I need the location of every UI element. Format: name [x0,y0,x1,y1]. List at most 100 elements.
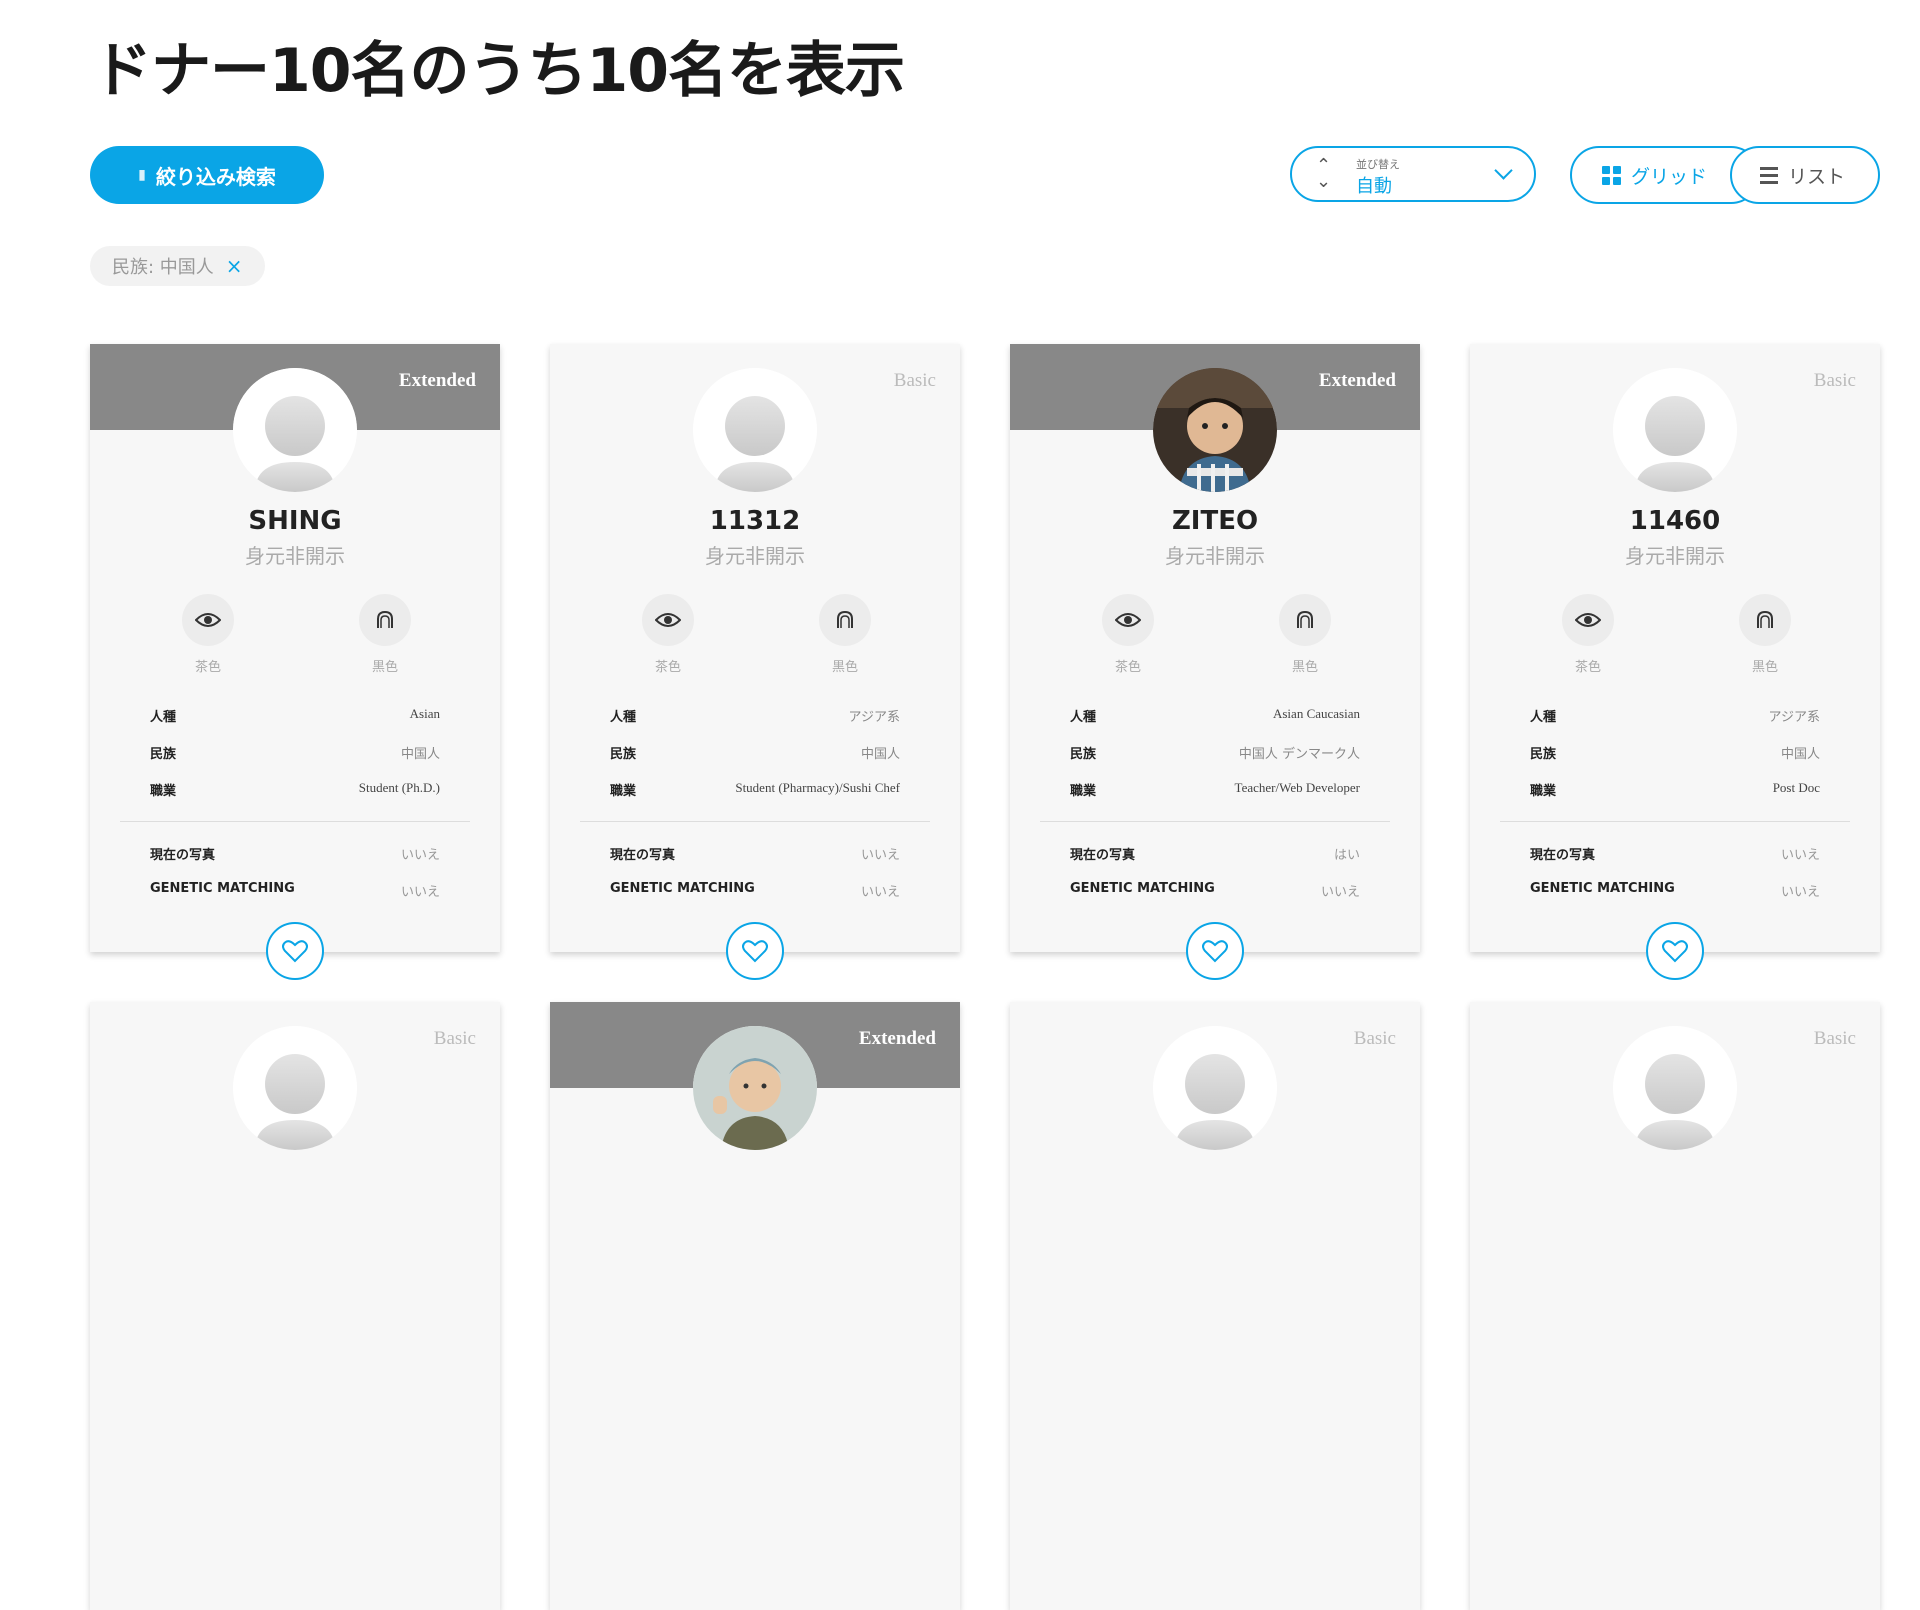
detail-row-genetic_matching: GENETIC MATCHING いいえ [150,881,440,901]
sort-select[interactable]: ⌃ ⌄ 並び替え 自動 [1290,146,1536,202]
genetic_matching-value: いいえ [400,885,440,900]
heart-icon [1662,940,1688,963]
current_photo-label: 現在の写真 [610,848,676,863]
current_photo-value: いいえ [1780,848,1820,863]
view-toggle: グリッド リスト [1570,146,1880,204]
plan-badge: Basic [893,370,936,391]
grid-view-label: グリッド [1631,165,1708,188]
occupation-label: 職業 [1530,784,1557,799]
race-value: Asian [409,706,440,721]
hair-color-label: 黒色 [1751,660,1778,675]
avatar-placeholder-icon [233,368,357,492]
race-label: 人種 [1530,710,1557,725]
occupation-label: 職業 [610,784,637,799]
eye-icon [182,594,234,646]
active-filter-chip: 民族: 中国人 × [90,246,265,286]
donor-card[interactable]: Basic [1470,1002,1880,1610]
eye-color-trait: 茶色 [1560,594,1616,675]
detail-row-occupation: 職業 Student (Ph.D.) [150,780,440,800]
donor-name[interactable]: 11312 [550,506,960,536]
plan-badge: Extended [1318,370,1396,391]
race-label: 人種 [150,710,177,725]
detail-row-current_photo: 現在の写真 いいえ [150,844,440,864]
occupation-value: Post Doc [1772,780,1820,795]
occupation-label: 職業 [150,784,177,799]
eye-color-label: 茶色 [654,660,681,675]
eye-color-label: 茶色 [1574,660,1601,675]
donor-identity-status: 身元非開示 [1165,544,1265,568]
donor-name[interactable]: 11460 [1470,506,1880,536]
donor-name[interactable]: ZITEO [1010,506,1420,536]
ethnicity-value: 中国人 デンマーク人 [1238,747,1360,762]
donor-extras: 現在の写真 いいえ GENETIC MATCHING いいえ [150,844,440,918]
avatar-placeholder-icon [693,368,817,492]
genetic_matching-value: いいえ [1780,885,1820,900]
hair-color-trait: 黒色 [1737,594,1793,675]
ethnicity-value: 中国人 [1780,747,1820,762]
hair-color-trait: 黒色 [357,594,413,675]
eye-color-trait: 茶色 [640,594,696,675]
hair-color-label: 黒色 [831,660,858,675]
race-label: 人種 [1070,710,1097,725]
eye-color-trait: 茶色 [1100,594,1156,675]
current_photo-label: 現在の写真 [150,848,216,863]
donor-extras: 現在の写真 いいえ GENETIC MATCHING いいえ [1530,844,1820,918]
current_photo-label: 現在の写真 [1530,848,1596,863]
eye-icon [1102,594,1154,646]
remove-filter-icon[interactable]: × [226,254,243,278]
detail-row-ethnicity: 民族 中国人 デンマーク人 [1070,743,1360,763]
detail-row-race: 人種 アジア系 [610,706,900,726]
detail-row-race: 人種 Asian Caucasian [1070,706,1360,726]
card-divider [1500,821,1850,822]
current_photo-value: いいえ [400,848,440,863]
detail-row-genetic_matching: GENETIC MATCHING いいえ [1070,881,1360,901]
hair-icon [359,594,411,646]
detail-row-occupation: 職業 Student (Pharmacy)/Sushi Chef [610,780,900,800]
donor-name[interactable]: SHING [90,506,500,536]
ethnicity-value: 中国人 [400,747,440,762]
donor-card[interactable]: Extended [550,1002,960,1610]
sort-updown-icon: ⌃ ⌄ [1316,155,1332,192]
donor-extras: 現在の写真 はい GENETIC MATCHING いいえ [1070,844,1360,918]
sort-value: 自動 [1356,176,1392,197]
active-filter-label: 民族: 中国人 [112,257,214,278]
race-value: アジア系 [848,710,900,725]
favorite-heart-button[interactable] [1646,922,1704,980]
plan-badge: Basic [1353,1028,1396,1049]
race-label: 人種 [610,710,637,725]
list-view-button[interactable]: リスト [1730,146,1880,204]
favorite-heart-button[interactable] [726,922,784,980]
donor-details: 人種 Asian Caucasian 民族 中国人 デンマーク人 職業 Teacher/W… [1070,706,1360,817]
donor-card[interactable]: Basic 11312 身元非開示 茶色 黒色 人種 アジア系 民族 中国人 職業 Student … [550,344,960,952]
filter-search-button[interactable]: ▮ 絞り込み検索 [90,146,324,204]
heart-icon [282,940,308,963]
detail-row-occupation: 職業 Post Doc [1530,780,1820,800]
detail-row-genetic_matching: GENETIC MATCHING いいえ [1530,881,1820,901]
avatar-placeholder-icon [1613,1026,1737,1150]
race-value: Asian Caucasian [1272,706,1360,721]
favorite-heart-button[interactable] [1186,922,1244,980]
donor-identity-status: 身元非開示 [1625,544,1725,568]
donor-card[interactable]: Extended SHING 身元非開示 茶色 黒色 人種 Asian 民族 中国人 職業 Stud… [90,344,500,952]
occupation-value: Student (Pharmacy)/Sushi Chef [735,780,900,795]
favorite-heart-button[interactable] [266,922,324,980]
donor-card[interactable]: Basic 11460 身元非開示 茶色 黒色 人種 アジア系 民族 中国人 職業 Post Doc… [1470,344,1880,952]
detail-row-ethnicity: 民族 中国人 [1530,743,1820,763]
plan-badge: Extended [398,370,476,391]
donor-card[interactable]: Basic [1010,1002,1420,1610]
eye-color-trait: 茶色 [180,594,236,675]
ethnicity-label: 民族 [1530,747,1557,762]
heart-icon [1202,940,1228,963]
race-value: アジア系 [1768,710,1820,725]
hair-color-trait: 黒色 [1277,594,1333,675]
page-title: ドナー10名のうち10名を表示 [92,36,905,106]
genetic_matching-value: いいえ [1320,885,1360,900]
grid-icon [1602,165,1621,185]
eye-color-label: 茶色 [194,660,221,675]
card-divider [580,821,930,822]
genetic_matching-label: GENETIC MATCHING [1070,881,1215,896]
donor-card[interactable]: Basic [90,1002,500,1610]
donor-card[interactable]: Extended ZITEO 身元非開示茶色 黒色人種 Asian Caucasian 民… [1010,344,1420,952]
occupation-value: Student (Ph.D.) [358,780,440,795]
hair-icon [819,594,871,646]
